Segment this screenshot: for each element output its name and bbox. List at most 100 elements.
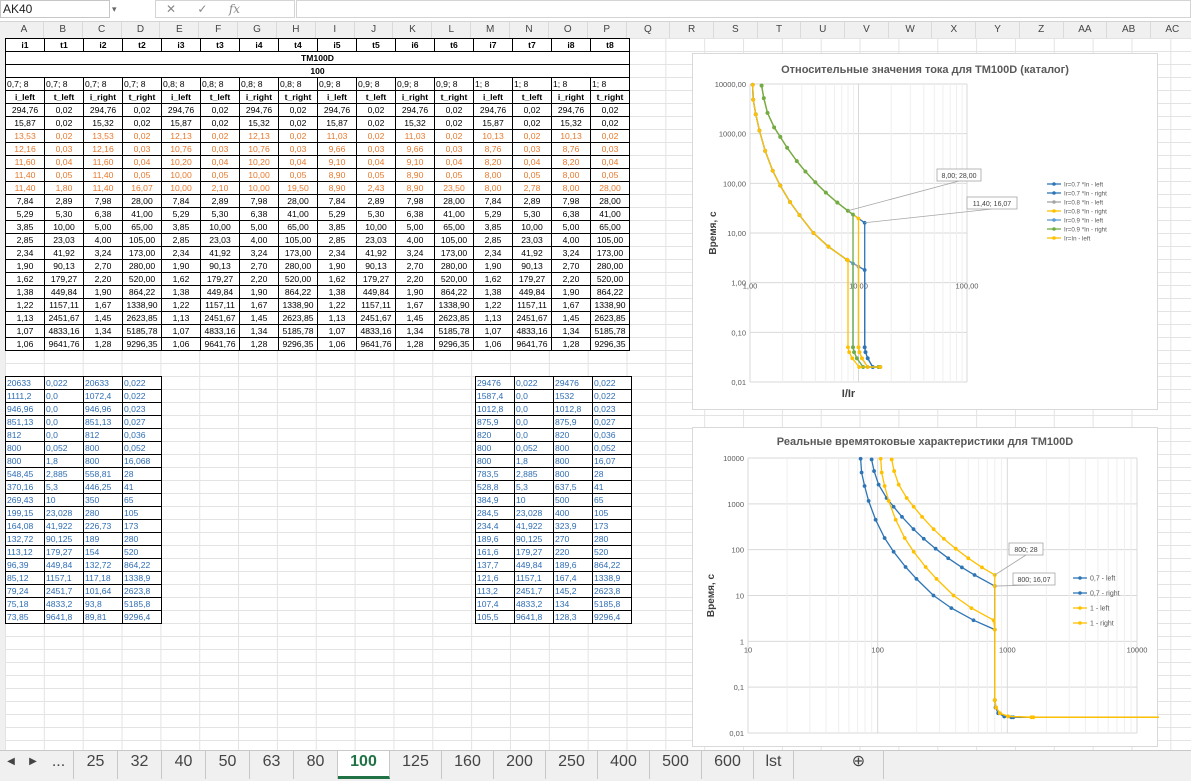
cell[interactable]: 280 (122, 532, 162, 546)
column-header[interactable]: E (160, 22, 200, 38)
cell[interactable]: 0,9; 8 (356, 77, 396, 91)
cell[interactable]: 0,022 (592, 389, 632, 403)
cell[interactable]: 1,28 (83, 337, 123, 351)
cell[interactable]: 1157,11 (44, 298, 84, 312)
cell[interactable]: 226,73 (83, 519, 123, 533)
cell[interactable]: 0,02 (434, 103, 474, 117)
cell[interactable]: 134 (553, 597, 593, 611)
cell[interactable]: 10,00 (239, 181, 279, 195)
cell[interactable]: 637,5 (553, 480, 593, 494)
cell[interactable]: i_right (551, 90, 591, 104)
cell[interactable]: 96,39 (5, 558, 45, 572)
cell[interactable]: 0,8; 8 (200, 77, 240, 91)
cell[interactable]: 0,02 (44, 129, 84, 143)
cell[interactable]: 10,00 (200, 220, 240, 234)
cell[interactable]: 41,922 (44, 519, 84, 533)
column-header[interactable]: B (44, 22, 83, 38)
cell[interactable]: 5185,78 (278, 324, 318, 338)
cell[interactable]: 8,90 (395, 168, 435, 182)
cell[interactable]: 0,05 (122, 168, 162, 182)
cell[interactable]: 0,052 (592, 441, 632, 455)
cell[interactable]: t_left (512, 90, 552, 104)
cell[interactable]: 7,98 (83, 194, 123, 208)
cell[interactable]: t1 (44, 38, 84, 52)
cell[interactable]: 2623,8 (122, 584, 162, 598)
cell[interactable]: 8,20 (551, 155, 591, 169)
cell[interactable]: 4,00 (551, 233, 591, 247)
cell[interactable]: 90,125 (44, 532, 84, 546)
cell[interactable]: 11,03 (317, 129, 357, 143)
cell[interactable]: 1,22 (5, 298, 45, 312)
cell[interactable]: 0,02 (44, 103, 84, 117)
cell[interactable]: 800 (83, 441, 123, 455)
cell[interactable]: 105,00 (590, 233, 630, 247)
cell[interactable]: 2623,8 (592, 584, 632, 598)
cell[interactable]: 1157,1 (514, 571, 554, 585)
cell[interactable]: 0,04 (278, 155, 318, 169)
cell[interactable]: t3 (200, 38, 240, 52)
cell[interactable]: 449,84 (356, 285, 396, 299)
cell[interactable]: 400 (553, 506, 593, 520)
cell[interactable]: 2,85 (161, 233, 201, 247)
chart-relative-current[interactable]: Относительные значения тока для TM100D (… (692, 53, 1158, 410)
cell[interactable]: 1157,11 (512, 298, 552, 312)
cell[interactable]: 5,29 (473, 207, 513, 221)
cell[interactable]: 7,84 (5, 194, 45, 208)
cell[interactable]: 105,00 (434, 233, 474, 247)
cell[interactable]: 0,02 (200, 116, 240, 130)
cell[interactable]: 0,8; 8 (161, 77, 201, 91)
column-header[interactable]: P (588, 22, 627, 38)
cell[interactable]: 800 (475, 454, 515, 468)
cell[interactable]: 41,00 (590, 207, 630, 221)
cell[interactable]: 28,00 (590, 194, 630, 208)
cell[interactable]: 90,13 (200, 259, 240, 273)
cell[interactable]: 1338,90 (122, 298, 162, 312)
cell[interactable]: 9296,4 (592, 610, 632, 624)
column-header[interactable]: Q (627, 22, 671, 38)
cell[interactable]: 5185,78 (434, 324, 474, 338)
chart-real-characteristics[interactable]: Реальные времятоковые характеристики для… (692, 427, 1159, 747)
cell[interactable]: 0,03 (200, 142, 240, 156)
cell[interactable]: 8,76 (473, 142, 513, 156)
cell[interactable]: 121,6 (475, 571, 515, 585)
cell[interactable]: 11,40 (83, 168, 123, 182)
cell[interactable]: 41,92 (200, 246, 240, 260)
cell[interactable]: 800 (553, 441, 593, 455)
cell[interactable]: 11,40 (83, 181, 123, 195)
cell[interactable]: 1,22 (317, 298, 357, 312)
cell[interactable]: 4833,2 (44, 597, 84, 611)
cell[interactable]: 294,76 (83, 103, 123, 117)
cell[interactable]: 5,00 (395, 220, 435, 234)
cell[interactable]: 189,6 (475, 532, 515, 546)
cell[interactable]: 0,03 (512, 142, 552, 156)
cell[interactable]: 0,9; 8 (317, 77, 357, 91)
cell[interactable]: 1,07 (317, 324, 357, 338)
cell[interactable]: 1,34 (239, 324, 279, 338)
cell[interactable]: 783,5 (475, 467, 515, 481)
cell[interactable]: 7,98 (395, 194, 435, 208)
cell[interactable]: 9,10 (317, 155, 357, 169)
cell[interactable]: 4833,16 (356, 324, 396, 338)
cell[interactable]: 1; 8 (551, 77, 591, 91)
cell[interactable]: 8,90 (395, 181, 435, 195)
cell[interactable]: 89,81 (83, 610, 123, 624)
cell[interactable]: 0,03 (434, 142, 474, 156)
cell[interactable]: 270 (553, 532, 593, 546)
cell[interactable]: 28,00 (278, 194, 318, 208)
column-header[interactable]: O (549, 22, 588, 38)
cell[interactable]: 105,5 (475, 610, 515, 624)
sheet-tab[interactable]: 80 (294, 751, 338, 779)
sheet-tab[interactable]: 500 (650, 751, 702, 779)
cell[interactable]: 2,34 (473, 246, 513, 260)
cell[interactable]: 5,29 (161, 207, 201, 221)
column-header[interactable]: U (801, 22, 846, 38)
cell[interactable]: 449,84 (44, 285, 84, 299)
cell[interactable]: t_right (278, 90, 318, 104)
column-header[interactable]: D (122, 22, 161, 38)
cell[interactable]: 384,9 (475, 493, 515, 507)
cell[interactable]: 1,45 (239, 311, 279, 325)
cell[interactable]: 800 (83, 454, 123, 468)
cell[interactable]: 1,13 (317, 311, 357, 325)
cell[interactable]: 5185,8 (122, 597, 162, 611)
cell[interactable]: 0,02 (590, 103, 630, 117)
